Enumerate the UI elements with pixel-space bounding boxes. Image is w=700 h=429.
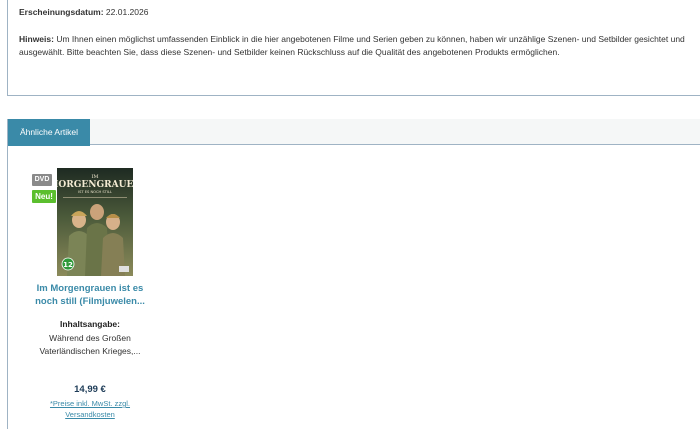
disclaimer-label: Hinweis: <box>19 34 54 44</box>
cover-title: MORGENGRAUEN <box>57 180 133 190</box>
price-note-link[interactable]: *Preise inkl. MwSt. zzgl. Versandkosten <box>25 398 155 420</box>
disclaimer-note: Hinweis: Um Ihnen einen möglichst umfass… <box>19 33 699 59</box>
tab-similar-items[interactable]: Ähnliche Artikel <box>8 119 90 146</box>
cover-rating: 12 <box>63 261 73 269</box>
cover-subtitle: IST ES NOCH STILL <box>78 190 112 194</box>
content-text: Während des Großen Vaterländischen Krieg… <box>39 333 141 356</box>
cover-art: IM MORGENGRAUEN IST ES NOCH STILL 12 <box>57 168 133 276</box>
product-title-link[interactable]: Im Morgengrauen ist es noch still (Filmj… <box>25 283 155 308</box>
product-cover-image[interactable]: IM MORGENGRAUEN IST ES NOCH STILL 12 <box>57 168 133 276</box>
similar-items-section: Ähnliche Artikel DVD Neu! IM MORGENGRAUE… <box>7 119 700 429</box>
tab-strip: Ähnliche Artikel <box>8 119 700 146</box>
new-badge: Neu! <box>32 190 56 203</box>
content-label: Inhaltsangabe: <box>60 319 120 329</box>
product-price: 14,99 € <box>74 384 106 395</box>
disclaimer-text: Um Ihnen einen möglichst umfassenden Ein… <box>19 34 685 57</box>
release-date-value: 22.01.2026 <box>105 7 149 17</box>
format-badge: DVD <box>32 174 52 186</box>
release-date: Erscheinungsdatum: 22.01.2026 <box>19 7 148 17</box>
product-info-box: Erscheinungsdatum: 22.01.2026 Hinweis: U… <box>7 0 700 96</box>
release-date-label: Erscheinungsdatum: <box>19 7 104 17</box>
